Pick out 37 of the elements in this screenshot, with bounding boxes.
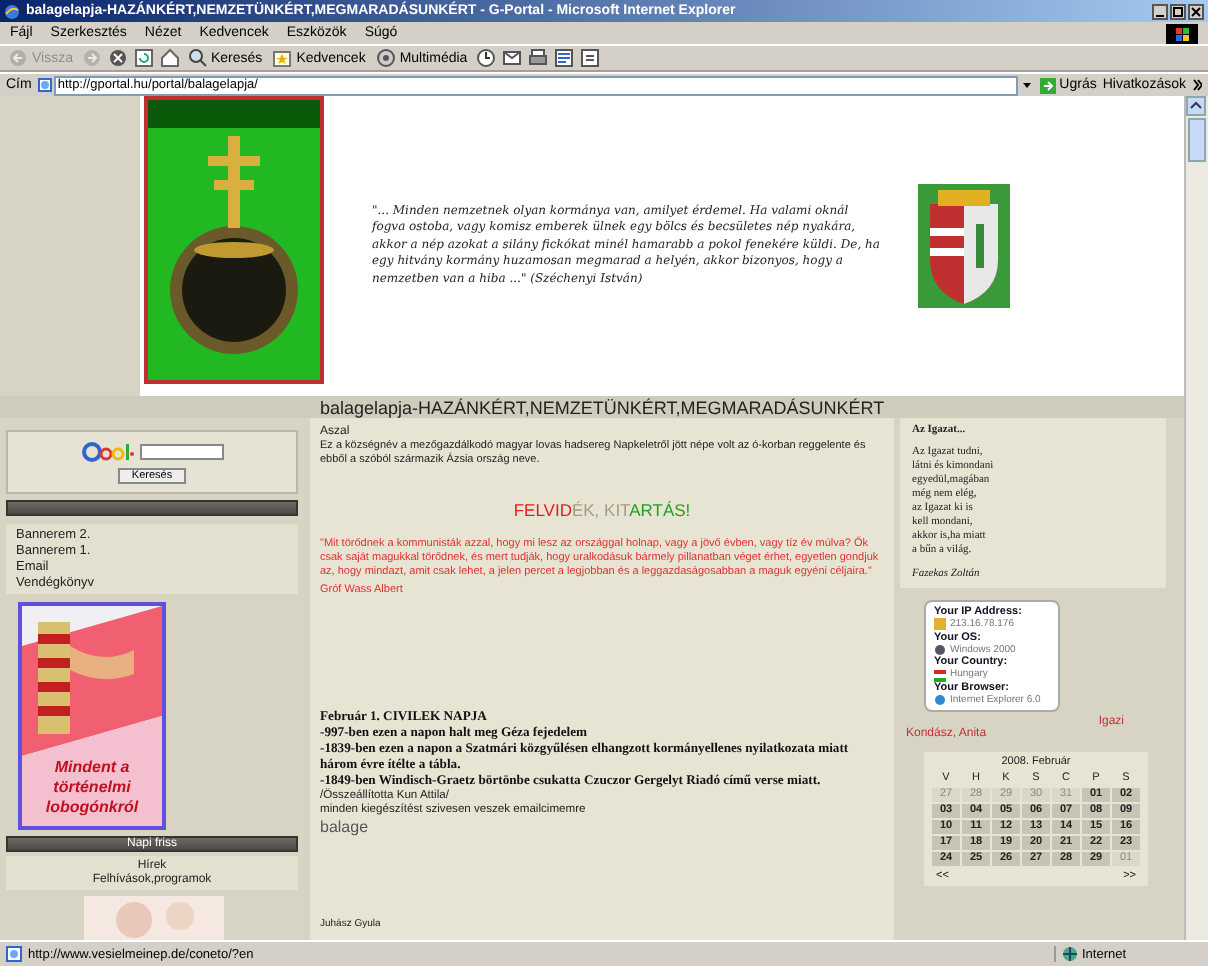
- search-icon: [187, 48, 207, 68]
- page-title: balagelapja-HAZÁNKÉRT,NEMZETÜNKÉRT,MEGMARADÁSUNKÉRT: [0, 396, 1184, 418]
- windows-icon: [934, 644, 946, 657]
- disc-icon: [375, 48, 396, 68]
- browser-icon: [934, 694, 946, 707]
- star-icon: [272, 48, 293, 68]
- search-field[interactable]: [139, 443, 223, 459]
- signature: balage: [320, 818, 371, 836]
- home-icon[interactable]: [159, 48, 179, 68]
- document-icon[interactable]: [553, 48, 574, 68]
- scroll-up-icon[interactable]: [1186, 96, 1206, 116]
- flag-icon: [934, 669, 946, 682]
- minimize-icon[interactable]: [1152, 3, 1168, 19]
- print-icon[interactable]: [527, 48, 548, 68]
- slogan-text: ÉK,: [571, 500, 602, 520]
- close-icon[interactable]: [1188, 3, 1204, 19]
- back-arrow-icon: [8, 48, 28, 68]
- slogan-text: ARTÁS!: [629, 500, 691, 520]
- chevron-icon[interactable]: [1192, 78, 1202, 92]
- scrollbar-thumb[interactable]: [1188, 118, 1206, 162]
- envelope-icon[interactable]: [501, 48, 522, 68]
- page-icon[interactable]: [579, 48, 600, 68]
- slogan-text: FELVID: [513, 500, 572, 520]
- network-icon: [934, 618, 946, 631]
- clock-icon[interactable]: [475, 48, 496, 68]
- slogan-text: KIT: [604, 500, 630, 520]
- refresh-icon[interactable]: [133, 48, 153, 68]
- dropdown-arrow-icon[interactable]: [1019, 78, 1034, 92]
- stop-icon[interactable]: [107, 48, 127, 68]
- banner-text: Mindent a történelmi lobogónkról: [43, 758, 141, 818]
- banner[interactable]: Mindent a történelmi lobogónkról: [18, 602, 166, 830]
- browser-icon: [4, 3, 20, 19]
- maximize-icon[interactable]: [1170, 3, 1186, 19]
- windows-logo-icon: [1166, 23, 1198, 43]
- page-icon: [37, 78, 52, 92]
- google-logo-icon: [81, 441, 133, 461]
- globe-icon: [1062, 946, 1078, 962]
